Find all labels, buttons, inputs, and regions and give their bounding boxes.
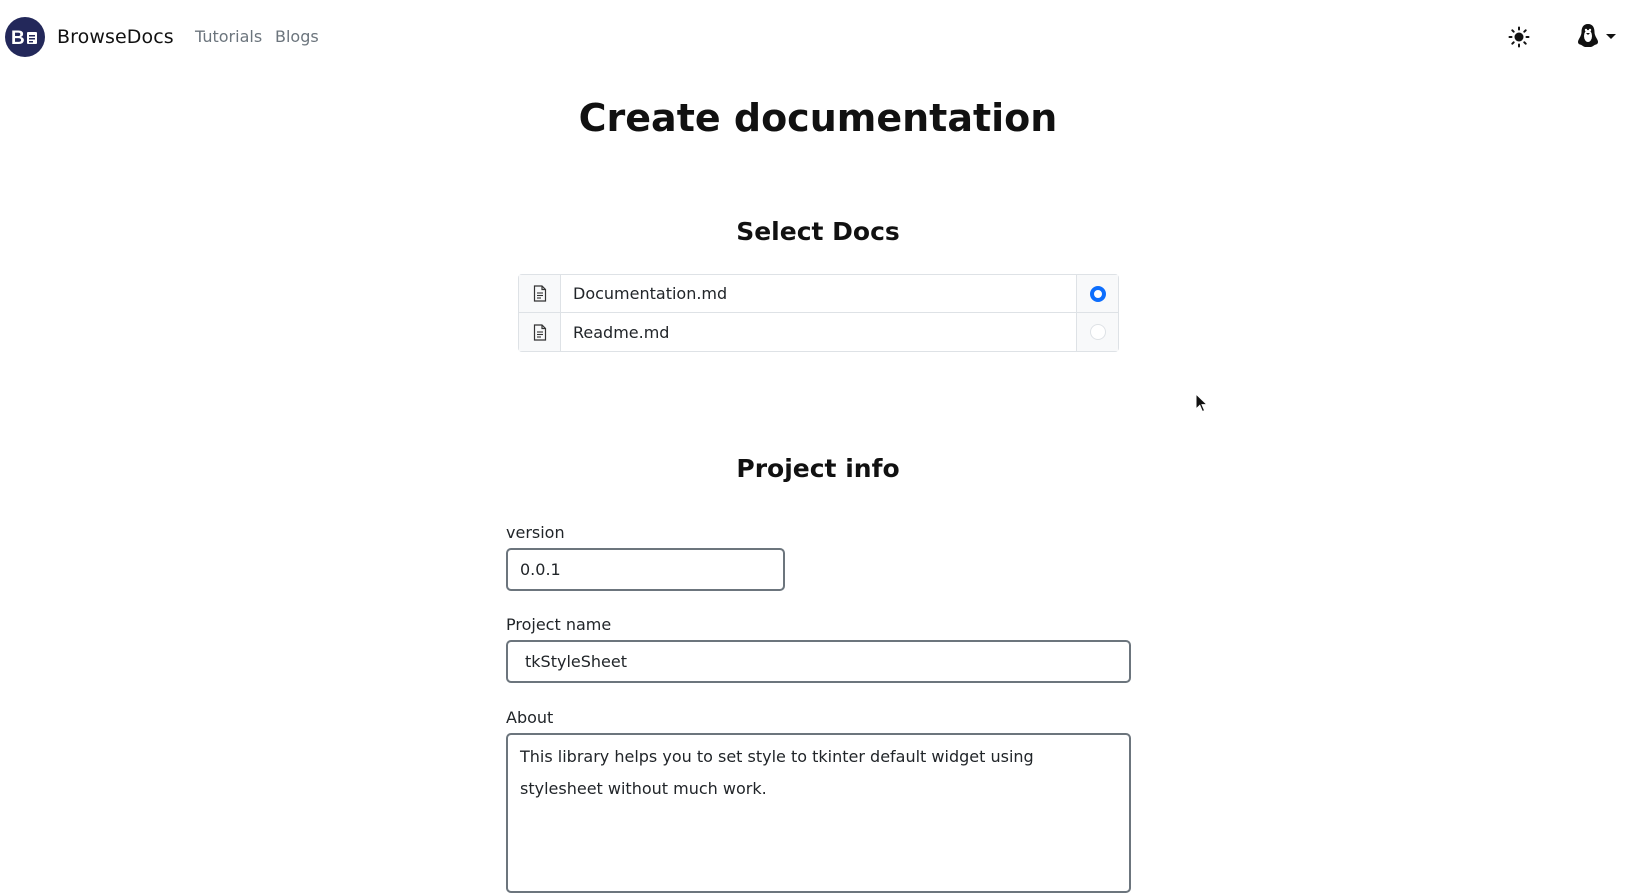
about-label: About [506, 708, 554, 727]
user-menu-dropdown[interactable] [1576, 22, 1616, 50]
doc-row-readme[interactable]: Readme.md [519, 313, 1118, 351]
doc-icon-cell [519, 275, 561, 312]
doc-select-radio[interactable] [1089, 324, 1106, 340]
project-name-input[interactable] [506, 640, 1131, 683]
doc-name: Documentation.md [573, 284, 728, 303]
sun-icon [1508, 26, 1530, 48]
nav-link-tutorials[interactable]: Tutorials [195, 27, 262, 46]
doc-radio-cell [1076, 275, 1118, 312]
doc-select-radio[interactable] [1089, 285, 1106, 302]
docs-list: Documentation.md Readme.md [518, 274, 1119, 352]
project-info-heading: Project info [736, 454, 900, 483]
linux-user-icon [1578, 24, 1598, 47]
theme-toggle-button[interactable] [1507, 25, 1531, 49]
svg-text:B: B [11, 28, 25, 48]
navbar: B BrowseDocs Tutorials Blogs [0, 0, 1636, 74]
about-textarea[interactable]: This library helps you to set style to t… [506, 733, 1131, 893]
doc-row-documentation[interactable]: Documentation.md [519, 275, 1118, 313]
version-label: version [506, 523, 565, 542]
project-name-label: Project name [506, 615, 612, 634]
chevron-down-icon [1606, 33, 1616, 39]
version-input[interactable] [506, 548, 785, 591]
nav-link-blogs[interactable]: Blogs [275, 27, 319, 46]
doc-radio-cell [1076, 313, 1118, 351]
file-text-icon [533, 285, 546, 302]
browsedocs-logo-icon: B [5, 17, 45, 57]
page-title: Create documentation [578, 96, 1058, 140]
file-text-icon [533, 323, 546, 341]
doc-name: Readme.md [573, 322, 670, 342]
mouse-pointer-icon [1195, 393, 1209, 413]
brand-link[interactable]: B BrowseDocs [5, 17, 174, 57]
doc-icon-cell [519, 313, 561, 351]
select-docs-heading: Select Docs [736, 217, 900, 246]
brand-name: BrowseDocs [57, 26, 174, 48]
